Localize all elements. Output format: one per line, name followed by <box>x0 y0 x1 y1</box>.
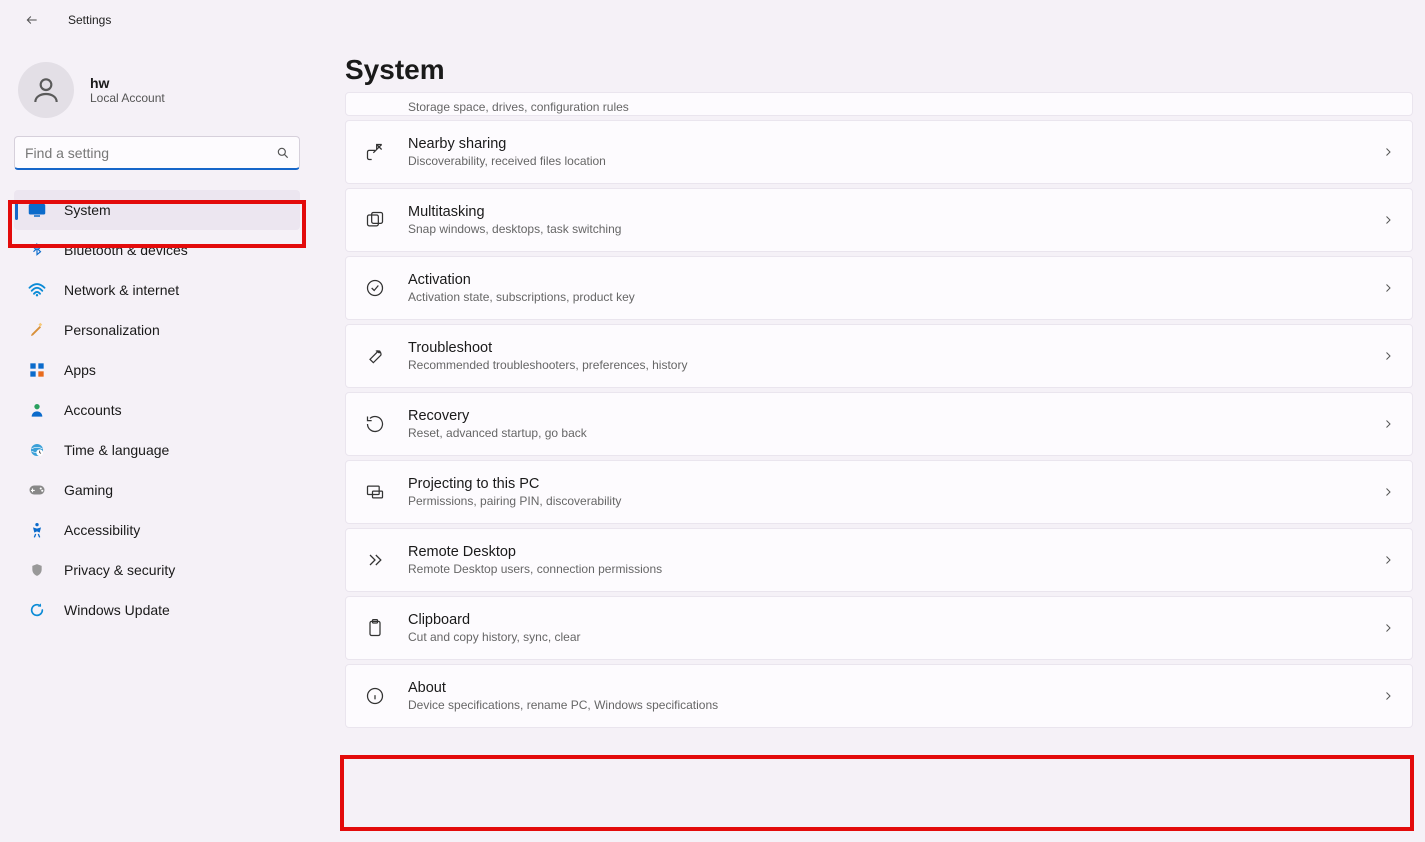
sidebar-item-label: Windows Update <box>64 602 170 618</box>
card-projecting[interactable]: Projecting to this PC Permissions, pairi… <box>345 460 1413 524</box>
card-subtitle: Activation state, subscriptions, product… <box>408 290 1360 304</box>
sidebar-item-label: Time & language <box>64 442 169 458</box>
card-title: About <box>408 680 1360 696</box>
card-title: Remote Desktop <box>408 544 1360 560</box>
card-subtitle: Discoverability, received files location <box>408 154 1360 168</box>
chevron-right-icon <box>1382 485 1394 499</box>
sidebar-item-accessibility[interactable]: Accessibility <box>14 510 300 550</box>
card-subtitle: Cut and copy history, sync, clear <box>408 630 1360 644</box>
main-content: System Storage space, drives, configurat… <box>345 40 1413 842</box>
user-name: hw <box>90 75 165 91</box>
card-recovery[interactable]: Recovery Reset, advanced startup, go bac… <box>345 392 1413 456</box>
card-troubleshoot[interactable]: Troubleshoot Recommended troubleshooters… <box>345 324 1413 388</box>
card-subtitle: Reset, advanced startup, go back <box>408 426 1360 440</box>
share-icon <box>364 141 386 163</box>
card-title: Multitasking <box>408 204 1360 220</box>
search-input[interactable] <box>14 136 300 170</box>
chevron-right-icon <box>1382 553 1394 567</box>
chevron-right-icon <box>1382 417 1394 431</box>
wifi-icon <box>28 281 46 299</box>
titlebar: Settings <box>0 0 1425 40</box>
sidebar-item-privacy[interactable]: Privacy & security <box>14 550 300 590</box>
sidebar-item-accounts[interactable]: Accounts <box>14 390 300 430</box>
project-icon <box>364 481 386 503</box>
card-subtitle: Device specifications, rename PC, Window… <box>408 698 1360 712</box>
search-wrap <box>14 136 300 170</box>
arrow-left-icon <box>25 13 39 27</box>
sidebar-item-label: Privacy & security <box>64 562 175 578</box>
card-subtitle: Permissions, pairing PIN, discoverabilit… <box>408 494 1360 508</box>
card-remote-desktop[interactable]: Remote Desktop Remote Desktop users, con… <box>345 528 1413 592</box>
nav-list: System Bluetooth & devices Network & int… <box>14 190 300 630</box>
remote-icon <box>364 549 386 571</box>
sidebar-item-label: Accessibility <box>64 522 140 538</box>
card-multitasking[interactable]: Multitasking Snap windows, desktops, tas… <box>345 188 1413 252</box>
search-icon <box>276 146 290 160</box>
chevron-right-icon <box>1382 281 1394 295</box>
card-title: Projecting to this PC <box>408 476 1360 492</box>
check-circle-icon <box>364 277 386 299</box>
sidebar-item-time[interactable]: Time & language <box>14 430 300 470</box>
card-title: Clipboard <box>408 612 1360 628</box>
wrench-icon <box>364 345 386 367</box>
person-icon <box>30 74 62 106</box>
card-nearby-sharing[interactable]: Nearby sharing Discoverability, received… <box>345 120 1413 184</box>
sidebar-item-label: Gaming <box>64 482 113 498</box>
user-row[interactable]: hw Local Account <box>14 52 320 136</box>
sidebar-item-label: Apps <box>64 362 96 378</box>
card-subtitle: Snap windows, desktops, task switching <box>408 222 1360 236</box>
chevron-right-icon <box>1382 349 1394 363</box>
sidebar-item-personalization[interactable]: Personalization <box>14 310 300 350</box>
apps-icon <box>28 361 46 379</box>
sidebar-item-label: Network & internet <box>64 282 179 298</box>
card-title: Troubleshoot <box>408 340 1360 356</box>
card-storage-partial[interactable]: Storage space, drives, configuration rul… <box>345 92 1413 116</box>
card-subtitle: Recommended troubleshooters, preferences… <box>408 358 1360 372</box>
back-button[interactable] <box>16 4 48 36</box>
window-title: Settings <box>68 13 111 27</box>
paint-icon <box>28 321 46 339</box>
sidebar-item-update[interactable]: Windows Update <box>14 590 300 630</box>
bluetooth-icon <box>28 241 46 259</box>
card-subtitle: Storage space, drives, configuration rul… <box>408 95 1394 116</box>
gaming-icon <box>28 481 46 499</box>
sidebar-item-gaming[interactable]: Gaming <box>14 470 300 510</box>
sidebar-item-label: Accounts <box>64 402 122 418</box>
clipboard-icon <box>364 617 386 639</box>
chevron-right-icon <box>1382 621 1394 635</box>
update-icon <box>28 601 46 619</box>
avatar <box>18 62 74 118</box>
sidebar-item-system[interactable]: System <box>14 190 300 230</box>
card-title: Nearby sharing <box>408 136 1360 152</box>
card-title: Recovery <box>408 408 1360 424</box>
chevron-right-icon <box>1382 145 1394 159</box>
display-icon <box>28 201 46 219</box>
sidebar-item-label: Personalization <box>64 322 160 338</box>
recovery-icon <box>364 413 386 435</box>
card-clipboard[interactable]: Clipboard Cut and copy history, sync, cl… <box>345 596 1413 660</box>
accessibility-icon <box>28 521 46 539</box>
card-about[interactable]: About Device specifications, rename PC, … <box>345 664 1413 728</box>
shield-icon <box>28 561 46 579</box>
accounts-icon <box>28 401 46 419</box>
sidebar: hw Local Account System Bluetooth & devi… <box>0 40 320 630</box>
sidebar-item-apps[interactable]: Apps <box>14 350 300 390</box>
sidebar-item-label: System <box>64 202 111 218</box>
card-title: Activation <box>408 272 1360 288</box>
chevron-right-icon <box>1382 689 1394 703</box>
sidebar-item-label: Bluetooth & devices <box>64 242 188 258</box>
sidebar-item-network[interactable]: Network & internet <box>14 270 300 310</box>
info-icon <box>364 685 386 707</box>
settings-cards: Storage space, drives, configuration rul… <box>345 92 1413 728</box>
multitask-icon <box>364 209 386 231</box>
globe-icon <box>28 441 46 459</box>
card-activation[interactable]: Activation Activation state, subscriptio… <box>345 256 1413 320</box>
user-subtitle: Local Account <box>90 91 165 105</box>
card-subtitle: Remote Desktop users, connection permiss… <box>408 562 1360 576</box>
chevron-right-icon <box>1382 213 1394 227</box>
sidebar-item-bluetooth[interactable]: Bluetooth & devices <box>14 230 300 270</box>
page-title: System <box>345 54 1413 86</box>
